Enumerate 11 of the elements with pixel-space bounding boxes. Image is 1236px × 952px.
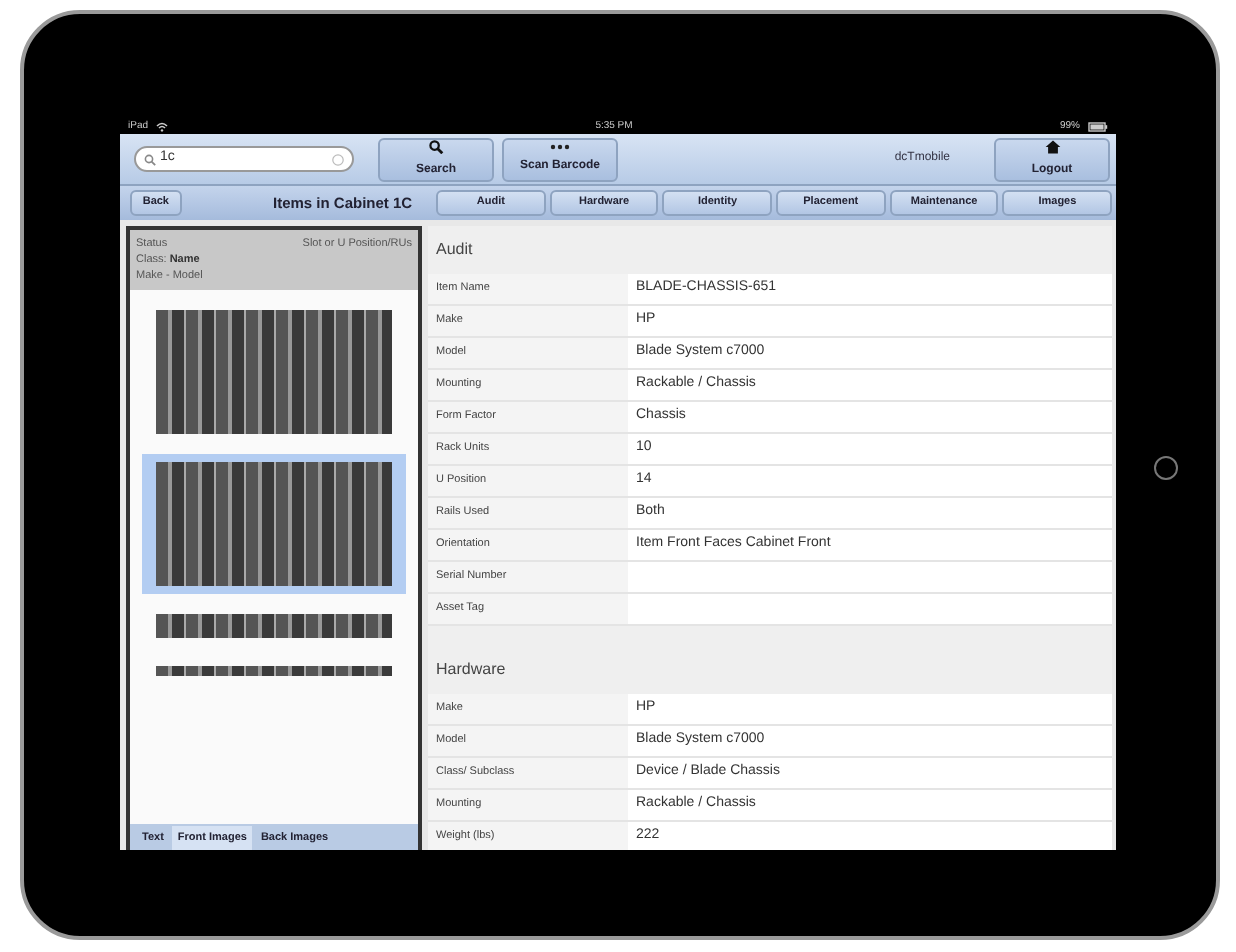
more-icon [550,143,570,149]
battery-icon [1088,122,1108,132]
section-title: Audit [434,238,475,262]
search-icon [426,139,446,153]
search-icon [144,153,156,165]
clear-icon [332,153,344,165]
image-thumbnail[interactable] [142,454,406,594]
home-icon [1043,139,1061,153]
section-title: Hardware [434,658,508,682]
home-button[interactable] [1154,456,1178,480]
wifi-icon [156,122,169,132]
